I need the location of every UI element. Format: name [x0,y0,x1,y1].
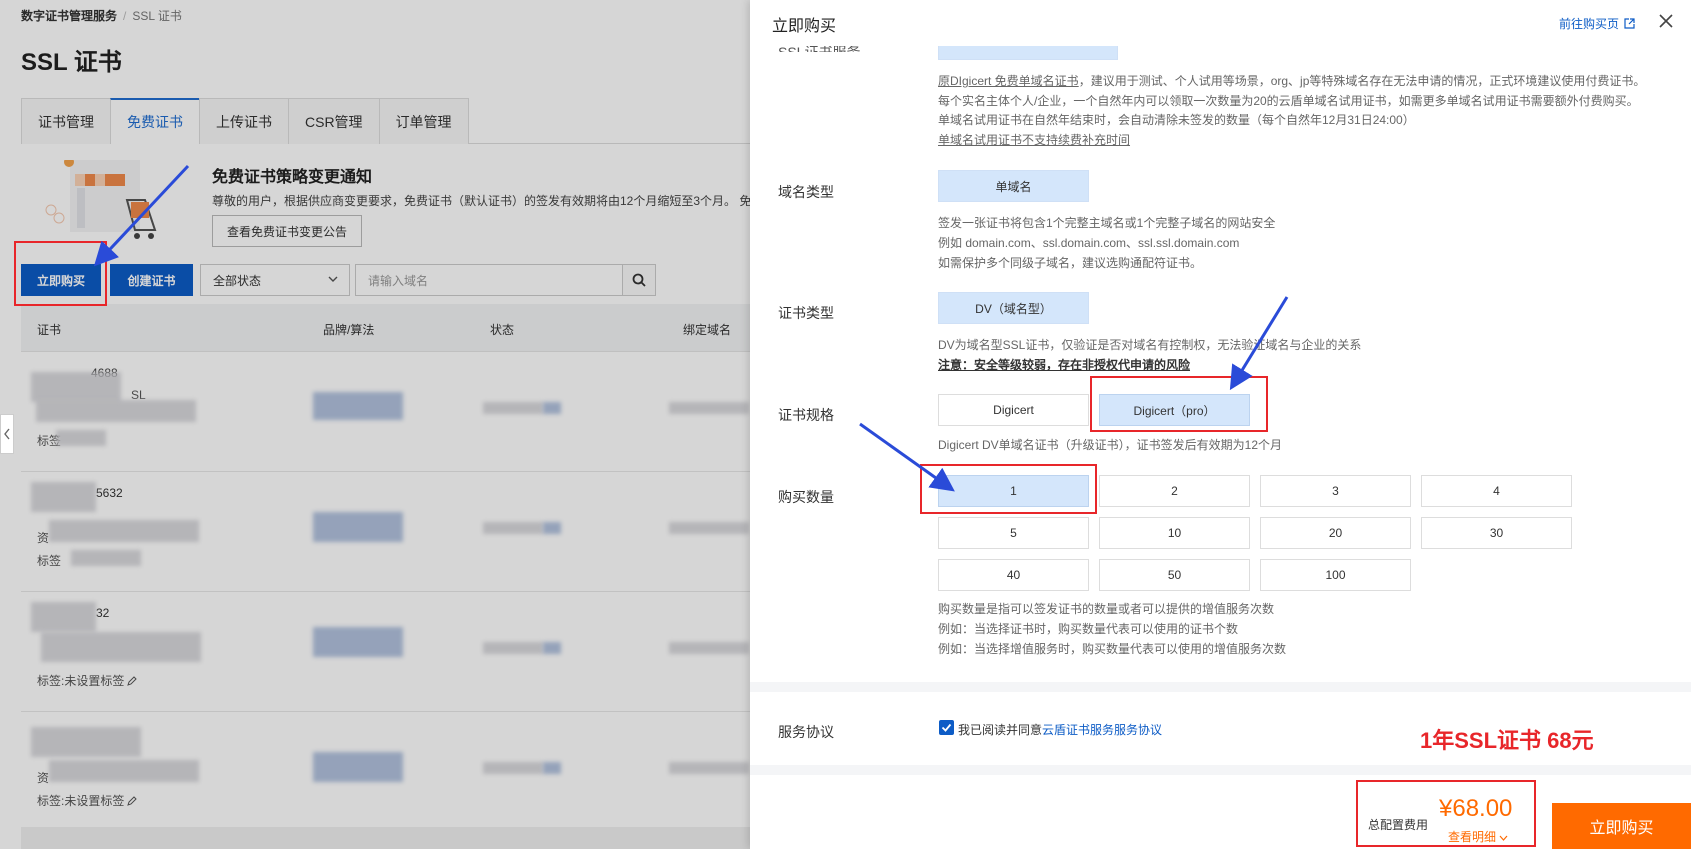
confirm-purchase-button[interactable]: 立即购买 [1552,803,1691,849]
purchase-footer [750,775,1691,849]
spec-label: 证书规格 [778,407,834,423]
annotation-price-note: 1年SSL证书 68元 [1420,728,1594,753]
intro-line-4: 单域名试用证书不支持续费补充时间 [938,131,1130,150]
footer-divider [750,765,1691,775]
domain-type-hint-1: 签发一张证书将包含1个完整主域名或1个完整子域名的网站安全 [938,216,1276,230]
quantity-option-30[interactable]: 30 [1421,517,1572,549]
checkmark-icon [941,723,952,732]
domain-type-hint-3: 如需保护多个同级子域名，建议选购通配符证书。 [938,256,1203,270]
cert-type-dv-option[interactable]: DV（域名型） [938,292,1089,324]
collapse-handle[interactable] [0,414,14,454]
domain-type-label: 域名类型 [778,184,834,200]
free-cert-link[interactable]: 原DIgicert 免费单域名证书 [938,74,1079,88]
quantity-option-5[interactable]: 5 [938,517,1089,549]
quantity-hint-2: 例如：当选择证书时，购买数量代表可以使用的证书个数 [938,622,1239,636]
quantity-hint-1: 购买数量是指可以签发证书的数量或者可以提供的增值服务次数 [938,602,1275,616]
ssl-service-option-partial[interactable] [938,44,1118,60]
spec-option-digicert[interactable]: Digicert [938,394,1089,426]
agreement-label: 服务协议 [778,724,834,740]
domain-type-hint-2: 例如 domain.com、ssl.domain.com、ssl.ssl.dom… [938,236,1240,250]
agreement-link[interactable]: 云盾证书服务服务协议 [1042,723,1162,737]
highlight-box-buy-button [14,241,107,306]
external-link-icon [1624,18,1635,29]
quantity-option-2[interactable]: 2 [1099,475,1250,507]
quantity-option-100[interactable]: 100 [1260,559,1411,591]
drawer-title: 立即购买 [772,18,837,35]
quantity-option-3[interactable]: 3 [1260,475,1411,507]
intro-line-1-text: ，建议用于测试、个人试用等场景，org、jp等特殊域名存在无法申请的情况，正式环… [1078,74,1646,88]
agreement-text: 我已阅读并同意云盾证书服务服务协议 [958,721,1162,738]
quantity-option-40[interactable]: 40 [938,559,1089,591]
quantity-hint-3: 例如：当选择增值服务时，购买数量代表可以使用的增值服务次数 [938,642,1287,656]
quantity-option-20[interactable]: 20 [1260,517,1411,549]
background-page: 数字证书管理服务 / SSL 证书 SSL 证书 证书管理 免费证书 上传证书 CS… [0,0,750,849]
close-icon[interactable] [1657,12,1675,30]
intro-line-2: 每个实名主体个人/企业，一个自然年内可以领取一次数量为20的云盾单域名试用证书，… [938,94,1639,108]
purchase-page-link[interactable]: 前往购买页 [1559,15,1635,32]
highlight-box-spec-pro [1090,376,1268,432]
no-renewal-link[interactable]: 单域名试用证书不支持续费补充时间 [938,133,1130,147]
quantity-option-4[interactable]: 4 [1421,475,1572,507]
chevron-left-icon [4,428,10,440]
domain-type-single-option[interactable]: 单域名 [938,170,1089,202]
cert-type-warning-text: 注意：安全等级较弱，存在非授权代申请的风险 [938,358,1191,372]
drawer-header: 立即购买 前往购买页 [750,0,1691,46]
agreement-checkbox[interactable] [939,720,954,735]
intro-line-1: 原DIgicert 免费单域名证书，建议用于测试、个人试用等场景，org、jp等… [938,72,1645,91]
cert-type-label: 证书类型 [778,305,834,321]
intro-line-3: 单域名试用证书在自然年结束时，会自动清除未签发的数量（每个自然年12月31日24… [938,113,1415,127]
modal-overlay[interactable] [0,0,750,849]
highlight-box-quantity-1 [920,464,1097,514]
quantity-label: 购买数量 [778,489,834,505]
cert-type-hint: DV为域名型SSL证书，仅验证是否对域名有控制权，无法验证域名与企业的关系 [938,338,1362,352]
cert-type-warning: 注意：安全等级较弱，存在非授权代申请的风险 [938,356,1190,375]
quantity-option-10[interactable]: 10 [1099,517,1250,549]
section-divider [750,682,1691,692]
spec-hint: Digicert DV单域名证书（升级证书），证书签发后有效期为12个月 [938,438,1283,452]
agreement-prefix: 我已阅读并同意 [958,723,1043,737]
highlight-box-total-price [1356,780,1536,847]
purchase-page-link-text: 前往购买页 [1558,17,1619,31]
quantity-option-50[interactable]: 50 [1099,559,1250,591]
